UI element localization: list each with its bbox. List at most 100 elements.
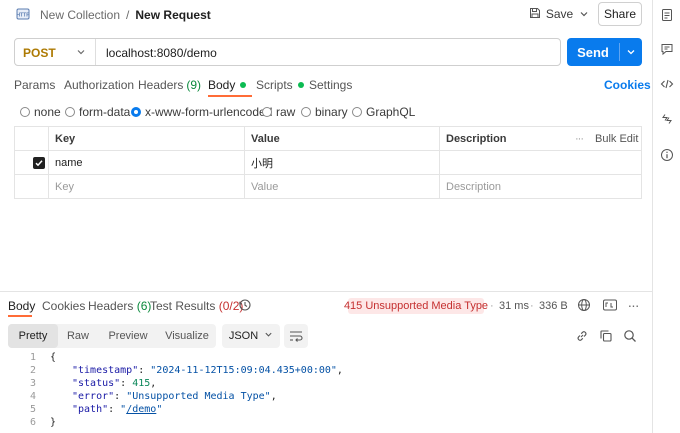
- globe-icon[interactable]: [577, 298, 591, 312]
- new-description-input[interactable]: Description: [446, 175, 501, 198]
- chevron-down-icon: [264, 330, 273, 342]
- scripts-active-dot: [297, 82, 304, 88]
- tab-headers[interactable]: Headers (9): [138, 78, 201, 92]
- status-badge[interactable]: 415 Unsupported Media Type: [344, 298, 488, 314]
- new-value-input[interactable]: Value: [251, 175, 278, 198]
- row-key[interactable]: name: [55, 151, 83, 174]
- tab-settings[interactable]: Settings: [309, 78, 352, 92]
- save-options-chevron-down-icon[interactable]: [576, 4, 592, 24]
- line-number: 4: [29, 391, 36, 402]
- method-chevron-down-icon[interactable]: [75, 46, 87, 58]
- save-button[interactable]: Save: [527, 2, 575, 26]
- col-divider: [439, 127, 440, 198]
- wrap-lines-icon[interactable]: [284, 324, 308, 348]
- format-segmented-control: Pretty Raw Preview Visualize: [8, 324, 216, 348]
- share-button[interactable]: Share: [598, 2, 642, 26]
- tab-params[interactable]: Params: [14, 78, 55, 92]
- more-options-icon[interactable]: ···: [626, 297, 640, 313]
- send-button[interactable]: Send: [567, 38, 619, 66]
- right-sidebar: [652, 0, 680, 433]
- json-key: "error": [72, 391, 115, 402]
- breadcrumb-collection[interactable]: New Collection: [40, 8, 120, 22]
- copy-icon[interactable]: [599, 329, 613, 343]
- col-divider: [244, 127, 245, 198]
- row-divider: [15, 174, 641, 175]
- url-input[interactable]: localhost:8080/demo: [106, 46, 217, 60]
- radio-graphql-label: GraphQL: [366, 105, 416, 119]
- active-tab-underline: [208, 95, 252, 97]
- breadcrumb-request-name[interactable]: New Request: [135, 8, 210, 22]
- resp-tab-cookies[interactable]: Cookies: [42, 299, 85, 313]
- format-pretty[interactable]: Pretty: [8, 324, 58, 348]
- link-icon[interactable]: [575, 329, 589, 343]
- row-value[interactable]: 小明: [251, 151, 273, 174]
- resp-tab-body[interactable]: Body: [8, 299, 35, 313]
- format-preview[interactable]: Preview: [100, 324, 156, 348]
- format-raw[interactable]: Raw: [58, 324, 98, 348]
- col-divider: [48, 127, 49, 198]
- history-icon[interactable]: [238, 298, 252, 312]
- json-link-value[interactable]: /demo: [126, 404, 156, 415]
- row-divider: [15, 150, 641, 151]
- tab-authorization[interactable]: Authorization: [64, 78, 134, 92]
- related-collections-icon[interactable]: [660, 112, 674, 126]
- tab-authorization-label: Authorization: [64, 78, 135, 92]
- breadcrumb: New Collection / New Request: [40, 8, 211, 22]
- language-select[interactable]: JSON: [222, 324, 280, 348]
- resp-tab-test-results[interactable]: Test Results (0/2): [150, 299, 243, 313]
- pane-splitter[interactable]: [0, 291, 652, 292]
- code-line: "status": 415,: [72, 378, 157, 389]
- radio-raw[interactable]: raw: [262, 104, 295, 120]
- resp-tab-headers[interactable]: Headers (6): [88, 299, 151, 313]
- more-options-icon[interactable]: ···: [575, 127, 584, 150]
- documentation-icon[interactable]: [660, 8, 674, 22]
- radio-form-data[interactable]: form-data: [65, 104, 130, 120]
- bulk-edit-button[interactable]: Bulk Edit: [595, 127, 638, 150]
- cookies-link[interactable]: Cookies: [604, 78, 651, 92]
- tab-params-label: Params: [14, 78, 56, 92]
- method-select[interactable]: POST: [23, 46, 56, 60]
- save-response-icon[interactable]: [602, 298, 618, 312]
- line-number: 2: [29, 365, 36, 376]
- radio-graphql[interactable]: GraphQL: [352, 104, 415, 120]
- response-body-editor[interactable]: 1 { 2 "timestamp": "2024-11-12T15:09:04.…: [0, 350, 652, 433]
- json-quote: ": [156, 404, 163, 415]
- radio-urlencoded[interactable]: x-www-form-urlencoded: [131, 104, 272, 120]
- tab-body[interactable]: Body: [208, 78, 247, 92]
- comments-icon[interactable]: [660, 42, 674, 56]
- response-size[interactable]: 336 B: [539, 300, 568, 312]
- code-snippet-icon[interactable]: [660, 77, 674, 91]
- search-icon[interactable]: [623, 329, 637, 343]
- json-value: "2024-11-12T15:09:04.435+00:00": [150, 365, 337, 376]
- radio-none-circle: [20, 107, 30, 117]
- url-bar: POST localhost:8080/demo: [14, 38, 561, 66]
- col-header-key: Key: [55, 132, 76, 145]
- radio-binary[interactable]: binary: [301, 104, 348, 120]
- json-key: "path": [72, 404, 109, 415]
- radio-urlencoded-label: x-www-form-urlencoded: [145, 105, 273, 119]
- svg-text:HTTP: HTTP: [16, 13, 30, 19]
- format-visualize[interactable]: Visualize: [158, 324, 216, 348]
- radio-binary-circle: [301, 107, 311, 117]
- radio-form-data-circle: [65, 107, 75, 117]
- code-line: "error": "Unsupported Media Type",: [72, 391, 277, 402]
- tab-scripts[interactable]: Scripts: [256, 78, 304, 92]
- response-time[interactable]: 31 ms: [499, 300, 529, 312]
- tab-headers-count: (9): [186, 78, 202, 92]
- col-header-value: Value: [251, 132, 280, 145]
- json-key: "status": [72, 378, 121, 389]
- send-button-group: Send: [567, 38, 642, 66]
- col-header-description: Description: [446, 132, 507, 145]
- row-enabled-checkbox[interactable]: [33, 157, 45, 169]
- new-key-input[interactable]: Key: [55, 175, 74, 198]
- info-icon[interactable]: [660, 148, 674, 162]
- meta-separator: ·: [530, 300, 534, 312]
- radio-none-label: none: [34, 105, 61, 119]
- send-options-chevron-down-icon[interactable]: [620, 38, 642, 66]
- radio-none[interactable]: none: [20, 104, 61, 120]
- tab-settings-label: Settings: [309, 78, 353, 92]
- save-icon: [529, 7, 541, 22]
- body-active-dot: [240, 82, 247, 88]
- radio-graphql-circle: [352, 107, 362, 117]
- url-divider: [95, 39, 96, 65]
